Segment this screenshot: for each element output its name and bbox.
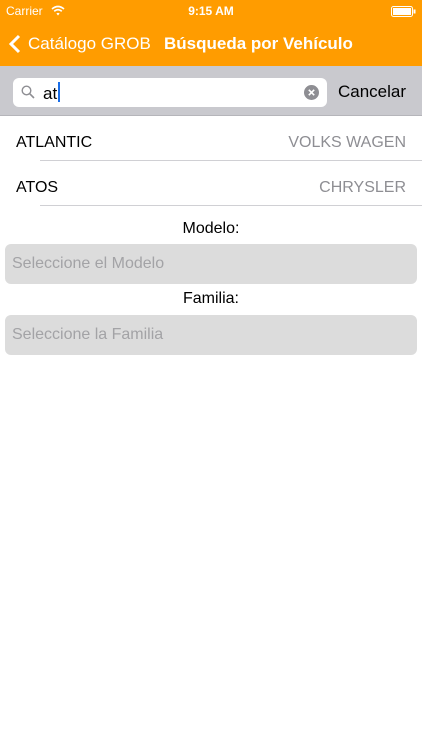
modelo-label: Modelo:: [182, 220, 240, 237]
clock: 9:15 AM: [188, 4, 234, 18]
clear-icon[interactable]: [304, 85, 319, 100]
vehicle-name: ATOS: [16, 179, 59, 196]
cancel-button[interactable]: Cancelar: [338, 82, 406, 102]
search-input[interactable]: at: [13, 78, 327, 107]
search-bar: at Cancelar: [0, 66, 422, 116]
familia-select[interactable]: Seleccione la Familia: [5, 315, 417, 355]
row-divider: [40, 205, 422, 206]
text-cursor: [58, 82, 61, 102]
search-icon: [21, 85, 35, 99]
battery-icon: [391, 6, 416, 17]
search-results-list: ATLANTIC VOLKS WAGEN ATOS CHRYSLER: [0, 116, 422, 206]
navigation-bar: Catálogo GROB Búsqueda por Vehículo: [0, 22, 422, 66]
search-query: at: [43, 84, 58, 103]
back-chevron-icon: [8, 34, 21, 54]
back-button[interactable]: Catálogo GROB: [8, 22, 151, 66]
vehicle-brand: CHRYSLER: [319, 179, 406, 196]
vehicle-brand: VOLKS WAGEN: [288, 134, 406, 151]
app-header: Carrier 9:15 AM Catálogo GROB Búsqueda p…: [0, 0, 422, 66]
status-bar: Carrier 9:15 AM: [0, 0, 422, 22]
modelo-select[interactable]: Seleccione el Modelo: [5, 244, 417, 284]
familia-label: Familia:: [182, 290, 239, 307]
list-item[interactable]: ATLANTIC VOLKS WAGEN: [0, 116, 422, 161]
page-title: Búsqueda por Vehículo: [164, 34, 353, 53]
list-item[interactable]: ATOS CHRYSLER: [0, 161, 422, 206]
vehicle-name: ATLANTIC: [16, 134, 93, 151]
back-button-label: Catálogo GROB: [28, 34, 151, 53]
